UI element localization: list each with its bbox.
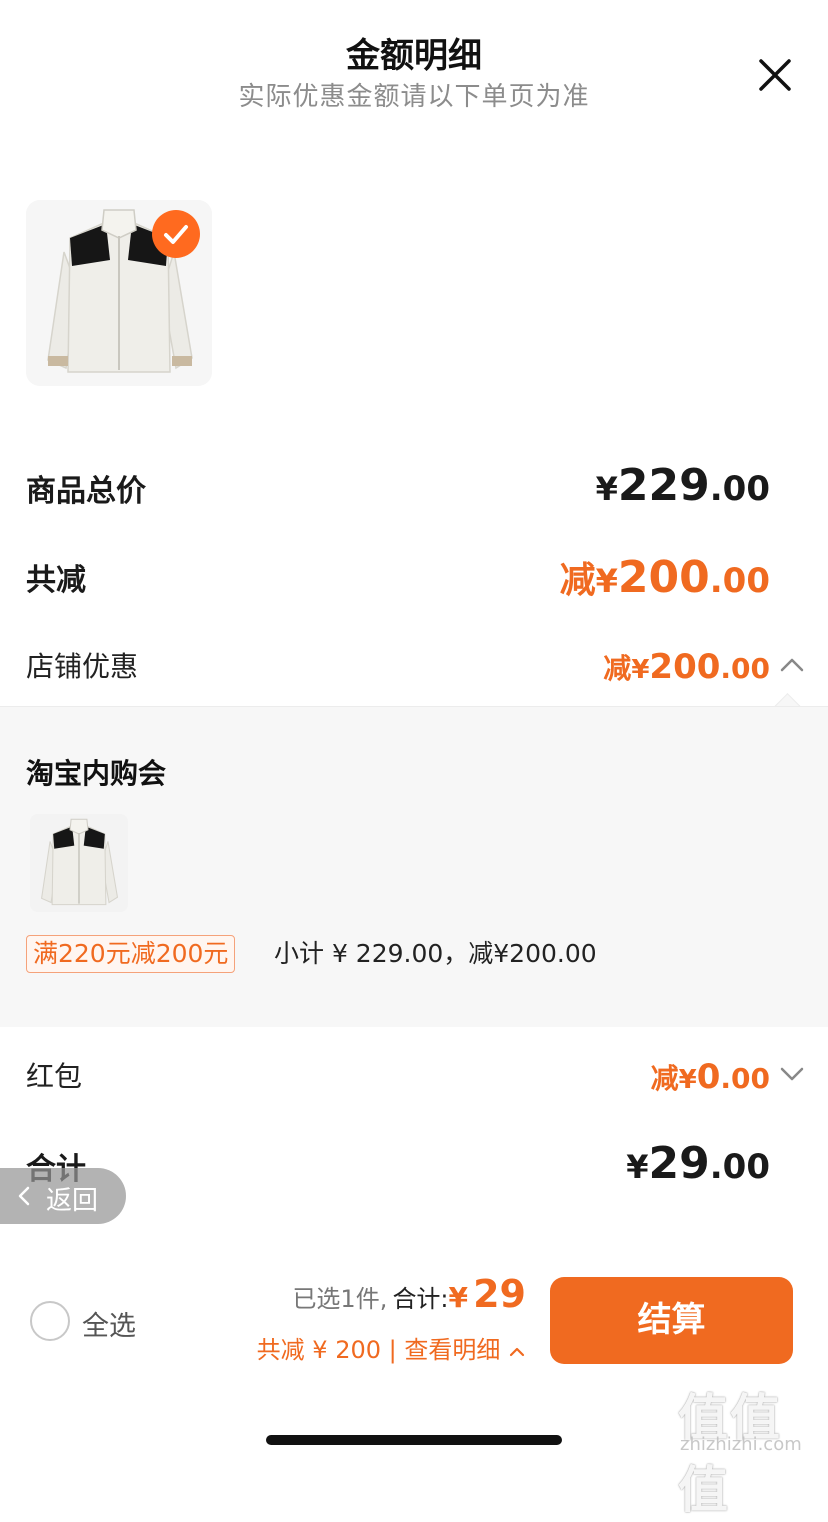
promotion-title: 淘宝内购会: [26, 757, 167, 790]
store-discount-label: 店铺优惠: [26, 650, 139, 683]
total-price-value: ¥229.00: [595, 460, 770, 511]
select-all-label[interactable]: 全选: [82, 1304, 136, 1343]
footer-total-yen: ¥: [448, 1281, 469, 1314]
product-jacket-image: [30, 814, 128, 912]
chevron-up-icon: [509, 1347, 525, 1357]
total-price-label: 商品总价: [26, 474, 146, 509]
chevron-up-icon: [780, 658, 804, 672]
total-discount-label: 共减: [26, 563, 86, 598]
total-discount-value: 减¥200.00: [559, 552, 770, 603]
checkout-button[interactable]: 结算: [550, 1277, 793, 1364]
footer-total-label: 合计:: [392, 1285, 449, 1313]
promotion-tag: 满220元减200元: [26, 935, 236, 973]
selected-check-badge[interactable]: [152, 210, 200, 258]
watermark-site: zhizhizhi.com: [680, 1434, 802, 1455]
home-indicator[interactable]: [266, 1435, 562, 1445]
red-packet-expand[interactable]: [778, 1062, 806, 1086]
promotion-subtotal: 小计 ¥ 229.00，减¥200.00: [274, 939, 597, 968]
page-title: 金额明细: [346, 36, 482, 76]
page-subtitle: 实际优惠金额请以下单页为准: [238, 82, 590, 112]
store-discount-value[interactable]: 减¥200.00: [603, 647, 770, 687]
footer-discount-text: 共减 ¥ 200 | 查看明细: [256, 1336, 501, 1364]
checkmark-icon: [164, 225, 188, 244]
view-details-link[interactable]: 共减 ¥ 200 | 查看明细: [257, 1330, 526, 1365]
close-icon: [759, 59, 791, 91]
back-button-label: 返回: [46, 1186, 99, 1216]
chevron-left-icon: [14, 1184, 34, 1208]
selected-count: 已选1件,: [292, 1285, 388, 1313]
grand-total-value: ¥29.00: [626, 1138, 770, 1189]
select-all-radio[interactable]: [30, 1301, 70, 1341]
chevron-down-icon: [780, 1067, 804, 1081]
close-button[interactable]: [752, 52, 798, 98]
red-packet-value[interactable]: 减¥0.00: [651, 1057, 770, 1097]
footer-total-value: 29: [473, 1272, 526, 1316]
promotion-product-thumbnail: [30, 814, 128, 912]
footer-summary: 已选1件, 合计:¥ 29: [292, 1272, 526, 1316]
store-discount-collapse[interactable]: [778, 652, 806, 676]
red-packet-label: 红包: [26, 1060, 83, 1093]
